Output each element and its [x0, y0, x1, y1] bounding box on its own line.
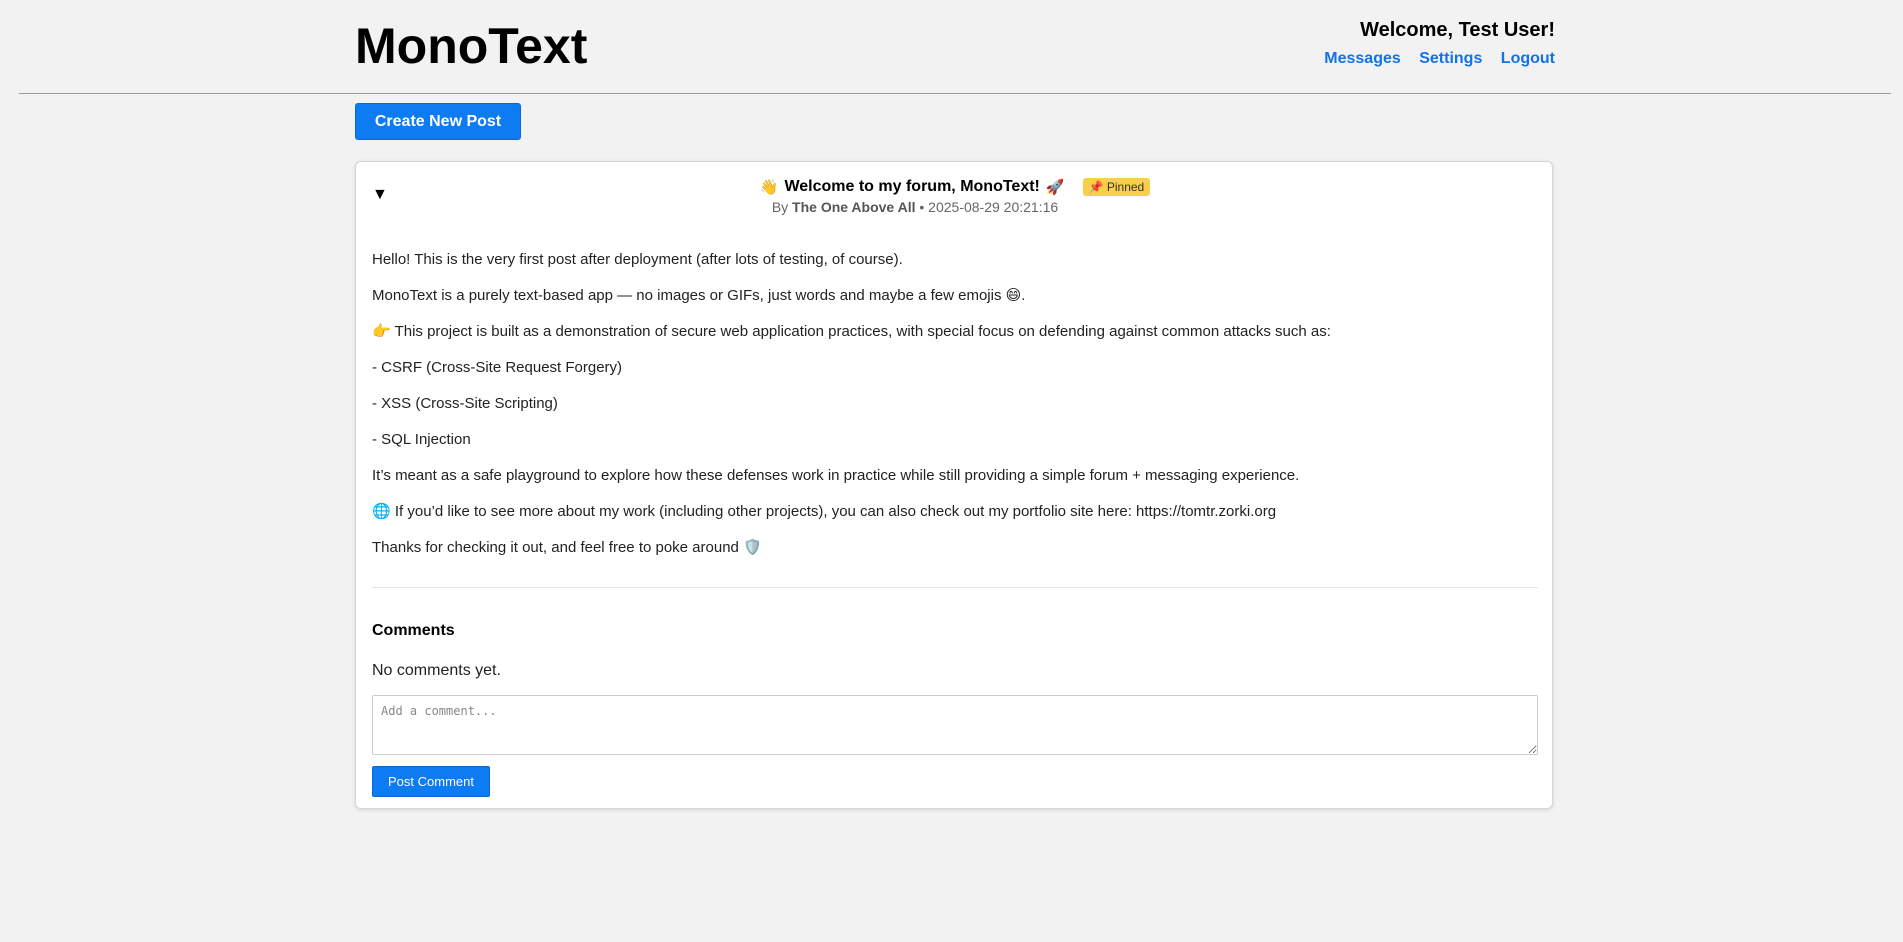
wave-icon: 👋: [759, 179, 779, 196]
post-paragraph: It’s meant as a safe playground to explo…: [372, 467, 1300, 484]
post-author: The One Above All: [792, 199, 916, 215]
pinned-label: Pinned: [1106, 180, 1145, 194]
post-list-item: - SQL Injection: [372, 431, 471, 448]
rocket-icon: 🚀: [1045, 179, 1065, 196]
pin-icon: 📌: [1088, 180, 1104, 194]
post-paragraph: 👉 This project is built as a demonstrati…: [372, 323, 1331, 340]
welcome-message: Welcome, Test User!: [1360, 19, 1555, 41]
settings-link[interactable]: Settings: [1419, 50, 1482, 67]
post-comment-button[interactable]: Post Comment: [372, 766, 490, 797]
post-list-item: - CSRF (Cross-Site Request Forgery): [372, 359, 623, 376]
post-card: ▼ 👋 Welcome to my forum, MonoText! 🚀 📌 P…: [355, 161, 1553, 809]
post-paragraph: Hello! This is the very first post after…: [372, 251, 903, 268]
comments-title: Comments: [372, 622, 455, 639]
messages-link[interactable]: Messages: [1324, 50, 1401, 67]
post-byline: By The One Above All • 2025-08-29 20:21:…: [276, 199, 1554, 215]
comments-divider: [372, 587, 1538, 588]
no-comments-text: No comments yet.: [372, 662, 501, 679]
post-title-row: 👋 Welcome to my forum, MonoText! 🚀 📌 Pin…: [759, 178, 1151, 196]
byline-separator: •: [919, 199, 925, 215]
comment-input[interactable]: [372, 695, 1538, 755]
header-divider: [19, 93, 1891, 94]
logout-link[interactable]: Logout: [1501, 50, 1555, 67]
pinned-badge: 📌 Pinned: [1082, 178, 1151, 196]
user-nav: Messages Settings Logout: [1310, 50, 1555, 68]
site-header: MonoText Welcome, Test User! Messages Se…: [355, 16, 1555, 86]
post-header: 👋 Welcome to my forum, MonoText! 🚀 📌 Pin…: [356, 178, 1554, 215]
post-paragraph: Thanks for checking it out, and feel fre…: [372, 539, 762, 556]
post-paragraph: 🌐 If you’d like to see more about my wor…: [372, 503, 1277, 520]
post-list-item: - XSS (Cross-Site Scripting): [372, 395, 558, 412]
post-timestamp: 2025-08-29 20:21:16: [928, 199, 1059, 215]
by-label: By: [771, 199, 789, 215]
post-title: Welcome to my forum, MonoText!: [784, 178, 1040, 195]
post-body: Hello! This is the very first post after…: [372, 250, 1538, 574]
user-box: Welcome, Test User! Messages Settings Lo…: [1310, 18, 1555, 68]
site-logo[interactable]: MonoText: [355, 16, 587, 76]
create-new-post-button[interactable]: Create New Post: [355, 103, 521, 140]
post-paragraph: MonoText is a purely text-based app — no…: [372, 287, 1026, 304]
